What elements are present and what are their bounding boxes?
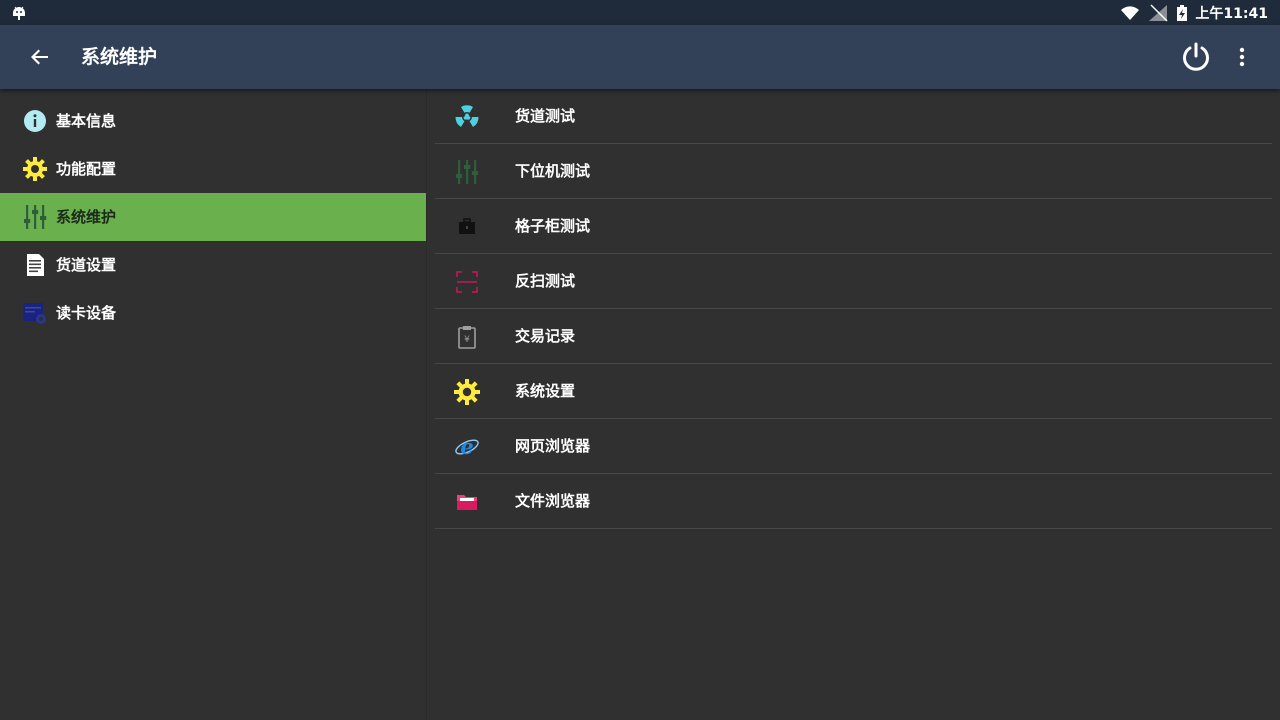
sidebar-item-label: 读卡设备 xyxy=(56,304,117,322)
more-vert-icon[interactable] xyxy=(1230,44,1254,70)
list-item-label: 交易记录 xyxy=(515,327,576,345)
list-item-label: 下位机测试 xyxy=(515,162,591,180)
list-item-lane-test[interactable]: 货道测试 xyxy=(435,89,1272,144)
list-item-reverse-scan-test[interactable]: 反扫测试 xyxy=(435,254,1272,309)
app-bar: 系统维护 xyxy=(0,25,1280,89)
android-debug-icon xyxy=(13,6,25,20)
list-item-label: 网页浏览器 xyxy=(515,437,591,455)
sliders-icon xyxy=(24,205,47,229)
sidebar-item-lane-settings[interactable]: 货道设置 xyxy=(0,241,426,289)
list-item-label: 货道测试 xyxy=(515,107,576,125)
list-item-web-browser[interactable]: e 网页浏览器 xyxy=(435,419,1272,474)
card-reader-icon xyxy=(23,303,46,324)
list-item-label: 反扫测试 xyxy=(515,272,576,290)
gear-icon xyxy=(23,157,47,181)
sliders-icon xyxy=(456,160,479,184)
clipboard-yen-icon: ¥ xyxy=(458,326,476,349)
sidebar-item-label: 货道设置 xyxy=(56,256,117,274)
signal-off-icon xyxy=(1149,3,1168,22)
svg-text:e: e xyxy=(460,434,473,459)
list-item-system-settings[interactable]: 系统设置 xyxy=(435,364,1272,419)
folder-icon xyxy=(457,495,477,510)
maintenance-list: 货道测试 下位机测试 格子柜测试 反扫测试 ¥ 交易记录 系统设置 e 网页浏览… xyxy=(435,89,1272,720)
power-icon[interactable] xyxy=(1179,40,1213,74)
info-icon xyxy=(24,110,46,132)
sidebar-item-function-config[interactable]: 功能配置 xyxy=(0,145,426,193)
battery-charging-icon xyxy=(1177,4,1188,21)
list-item-locker-test[interactable]: 格子柜测试 xyxy=(435,199,1272,254)
sidebar-item-system-maintenance[interactable]: 系统维护 xyxy=(0,193,426,241)
scan-frame-icon xyxy=(456,271,478,293)
briefcase-icon xyxy=(459,218,475,234)
sidebar-item-basic-info[interactable]: 基本信息 xyxy=(0,97,426,145)
list-item-label: 格子柜测试 xyxy=(515,217,591,235)
radiation-icon xyxy=(455,105,479,127)
sidebar-item-label: 系统维护 xyxy=(56,208,117,226)
sidebar: 基本信息 功能配置 系统维护 货道设置 读卡设备 xyxy=(0,89,427,720)
back-arrow-icon[interactable] xyxy=(24,41,56,73)
ie-browser-icon: e xyxy=(455,434,479,459)
status-time: 上午11:41 xyxy=(1195,5,1268,22)
gear-icon xyxy=(454,379,480,405)
sidebar-item-label: 功能配置 xyxy=(56,160,117,178)
document-icon xyxy=(27,254,44,276)
sidebar-item-label: 基本信息 xyxy=(56,112,117,130)
list-item-label: 系统设置 xyxy=(515,382,576,400)
list-item-label: 文件浏览器 xyxy=(515,492,591,510)
sidebar-item-card-reader[interactable]: 读卡设备 xyxy=(0,289,426,337)
status-bar: 上午11:41 xyxy=(0,0,1280,25)
svg-text:¥: ¥ xyxy=(464,335,470,345)
list-item-transaction-records[interactable]: ¥ 交易记录 xyxy=(435,309,1272,364)
wifi-icon xyxy=(1121,5,1140,20)
page-title: 系统维护 xyxy=(81,46,158,68)
list-item-file-browser[interactable]: 文件浏览器 xyxy=(435,474,1272,529)
list-item-lower-machine-test[interactable]: 下位机测试 xyxy=(435,144,1272,199)
